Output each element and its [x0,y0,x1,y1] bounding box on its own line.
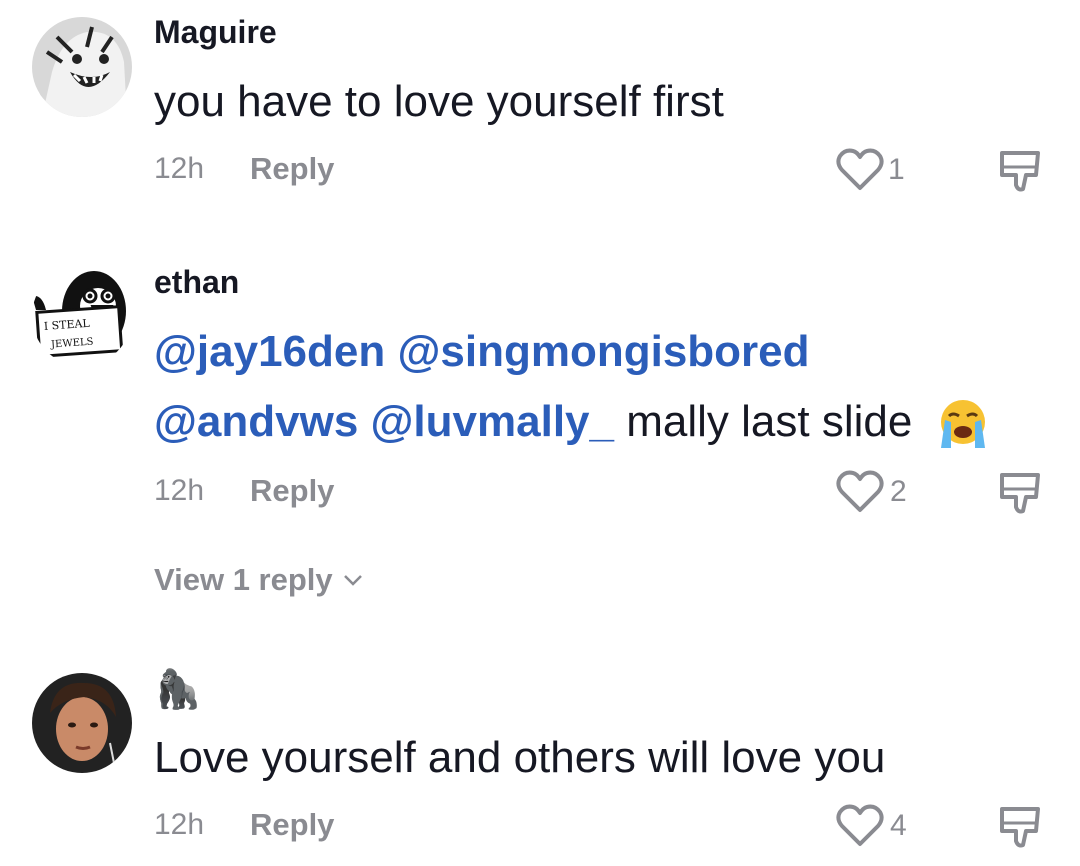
view-replies-label: View 1 reply [154,562,333,597]
dislike-icon[interactable] [996,469,1044,517]
like-button[interactable]: 4 [834,802,907,850]
comment-text: you have to love yourself first [154,77,724,126]
heart-icon [836,804,884,846]
reply-button[interactable]: Reply [250,807,334,843]
dislike-icon[interactable] [996,803,1044,851]
username[interactable]: ethan [154,264,239,301]
mention-line-1: @jay16den @singmongisbored [154,318,1054,386]
comment-text-tail: mally last slide [626,397,913,446]
comment-time: 12h [154,808,205,841]
comment-text: @jay16den @singmongisbored @andvws @luvm… [154,318,1054,456]
view-replies-button[interactable]: View 1 reply [154,562,363,598]
comment-text: Love yourself and others will love you [154,733,886,782]
like-count: 4 [890,809,907,842]
like-button[interactable]: 1 [834,146,905,194]
mention-link[interactable]: @andvws [154,397,358,446]
reply-button[interactable]: Reply [250,151,334,187]
avatar[interactable] [32,17,132,117]
like-count: 2 [890,475,907,508]
dislike-icon[interactable] [996,147,1044,195]
mention-line-2: @andvws @luvmally_ mally last slide [154,388,1054,456]
avatar[interactable] [32,673,132,773]
comment-time: 12h [154,152,205,185]
username[interactable]: 🦍 [154,668,201,712]
heart-icon [836,148,884,190]
avatar[interactable]: I STEAL JEWELS [32,266,132,366]
loudly-crying-face-icon [940,400,985,449]
heart-icon [836,470,884,512]
like-button[interactable]: 2 [834,468,907,516]
chevron-down-icon [343,575,362,586]
mention-link[interactable]: @singmongisbored [397,327,809,376]
mention-link[interactable]: @jay16den [154,327,385,376]
like-count: 1 [888,153,905,186]
mention-link[interactable]: @luvmally_ [371,397,614,446]
reply-button[interactable]: Reply [250,473,334,509]
username[interactable]: Maguire [154,14,277,51]
comment-time: 12h [154,474,205,507]
